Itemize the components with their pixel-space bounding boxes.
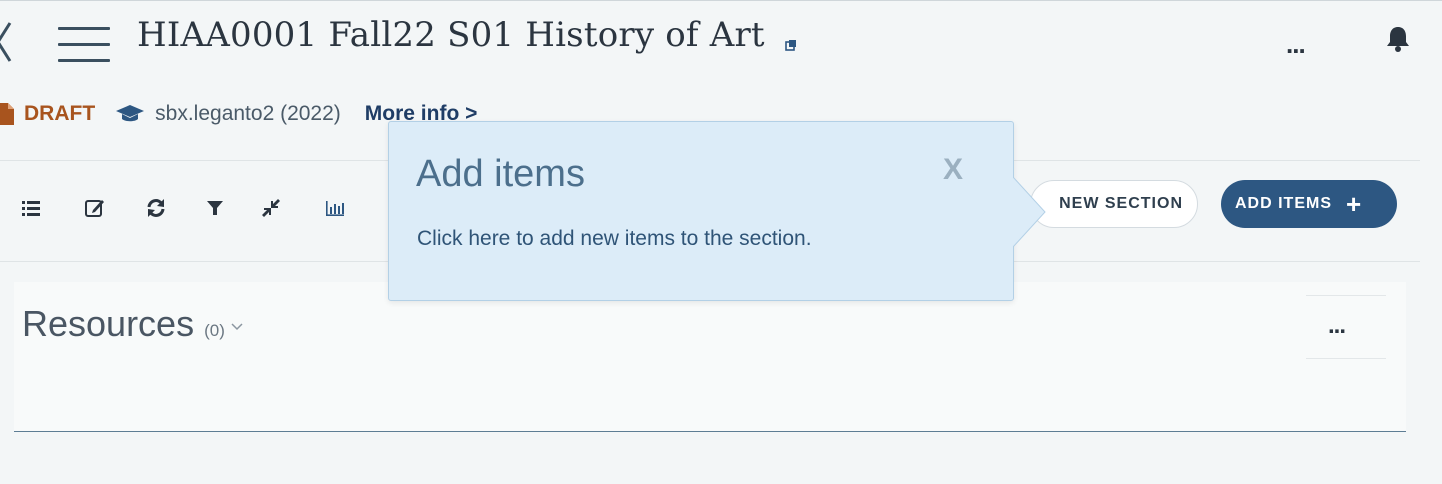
section-more-options-icon[interactable]: ... [1328,314,1346,338]
add-items-button[interactable]: ADD ITEMS + [1221,180,1397,228]
chevron-down-icon[interactable] [230,322,244,332]
add-items-label: ADD ITEMS [1235,195,1332,212]
section-item-count: (0) [204,321,225,340]
popover-arrow [1013,177,1046,247]
bell-icon[interactable] [1383,25,1413,53]
filter-icon[interactable] [204,197,226,219]
new-section-label: NEW SECTION [1059,195,1183,212]
list-view-icon[interactable] [20,197,42,219]
edit-icon[interactable] [84,197,106,219]
back-chevron-icon[interactable] [0,19,18,65]
popover-title: Add items [416,153,585,195]
close-icon[interactable]: X [943,153,963,187]
section-title[interactable]: Resources (0) [22,303,225,345]
new-section-button[interactable]: NEW SECTION [1030,180,1198,228]
status-badge: DRAFT [24,102,96,125]
refresh-icon[interactable] [145,197,167,219]
file-icon [0,103,14,125]
add-items-popover [388,121,1014,301]
institution-label: sbx.leganto2 (2022) [155,102,341,125]
more-options-icon[interactable]: ... [1286,31,1326,57]
menu-hamburger-icon[interactable] [58,27,110,65]
graduation-cap-icon [116,105,145,122]
external-link-icon[interactable] [785,39,797,51]
section-menu-container [1306,295,1386,359]
collapse-icon[interactable] [260,197,282,219]
analytics-icon[interactable] [324,197,346,219]
popover-body: Click here to add new items to the secti… [417,227,812,250]
page-title: HIAA0001 Fall22 S01 History of Art [137,15,765,55]
section-title-label: Resources [22,303,195,344]
plus-icon: + [1346,189,1363,219]
